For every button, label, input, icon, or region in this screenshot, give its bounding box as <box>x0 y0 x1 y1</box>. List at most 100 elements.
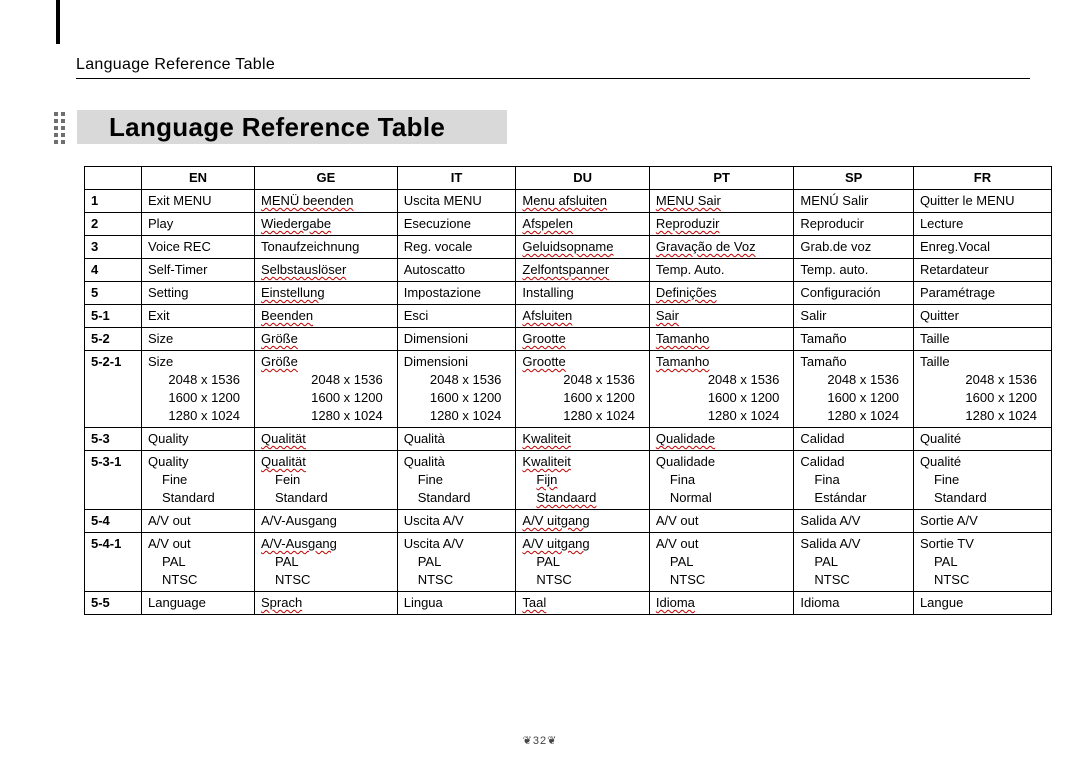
table-cell: CalidadFinaEstándar <box>794 451 914 510</box>
cell-value: Qualità <box>404 431 445 446</box>
cell-value: Exit MENU <box>148 193 212 208</box>
cell-subline: 1600 x 1200 <box>522 389 642 407</box>
table-cell: Qualidade <box>649 428 794 451</box>
cell-value: Voice REC <box>148 239 211 254</box>
table-cell: QualitätFeinStandard <box>255 451 398 510</box>
table-cell: Definições <box>649 282 794 305</box>
cell-value: Gravação de Voz <box>656 239 756 254</box>
cell-subline: Fine <box>404 471 510 489</box>
cell-subvalue: Standard <box>934 490 987 505</box>
cell-subline: NTSC <box>800 571 907 589</box>
table-cell: Einstellung <box>255 282 398 305</box>
cell-value: Afspelen <box>522 216 573 231</box>
cell-subline: Standard <box>148 489 248 507</box>
cell-value: Grootte <box>522 354 565 369</box>
cell-value: Reg. vocale <box>404 239 473 254</box>
cell-subline: 2048 x 1536 <box>656 371 788 389</box>
running-head: Language Reference Table <box>76 56 275 74</box>
cell-subline: NTSC <box>656 571 788 589</box>
table-cell: MENU Sair <box>649 190 794 213</box>
cell-subvalue: 2048 x 1536 <box>827 372 899 387</box>
cell-value: Wiedergabe <box>261 216 331 231</box>
row-index: 5-4 <box>85 510 142 533</box>
cell-value: MENU Sair <box>656 193 721 208</box>
cell-subvalue: Fein <box>275 472 300 487</box>
cell-subline: PAL <box>656 553 788 571</box>
cell-subvalue: Fine <box>418 472 443 487</box>
cell-value: Uscita A/V <box>404 536 464 551</box>
cell-value: Reproducir <box>800 216 864 231</box>
cell-value: Quality <box>148 454 188 469</box>
cell-subvalue: PAL <box>162 554 186 569</box>
table-cell: Tonaufzeichnung <box>255 236 398 259</box>
table-cell: QualitéFineStandard <box>913 451 1051 510</box>
page-number-ornament: ❦ <box>547 735 557 747</box>
cell-subvalue: PAL <box>934 554 958 569</box>
table-cell: Grootte <box>516 328 649 351</box>
page-number-value: 32 <box>533 735 547 747</box>
table-cell: Beenden <box>255 305 398 328</box>
table-cell: Configuración <box>794 282 914 305</box>
table-cell: Größe2048 x 15361600 x 12001280 x 1024 <box>255 351 398 428</box>
cell-value: Quitter le MENU <box>920 193 1015 208</box>
cell-value: Language <box>148 595 206 610</box>
cell-subline: NTSC <box>920 571 1045 589</box>
cell-value: Tonaufzeichnung <box>261 239 359 254</box>
cell-value: Grootte <box>522 331 565 346</box>
cell-value: Dimensioni <box>404 354 468 369</box>
table-cell: Quality Fine Standard <box>142 451 255 510</box>
table-cell: Sprach <box>255 592 398 615</box>
table-cell: QualidadeFinaNormal <box>649 451 794 510</box>
cell-value: Beenden <box>261 308 313 323</box>
cell-value: Temp. Auto. <box>656 262 725 277</box>
cell-value: Paramétrage <box>920 285 995 300</box>
table-row: 1Exit MENUMENÜ beendenUscita MENUMenu af… <box>85 190 1052 213</box>
col-index <box>85 167 142 190</box>
cell-subvalue: 1600 x 1200 <box>563 390 635 405</box>
cell-subvalue: 2048 x 1536 <box>168 372 240 387</box>
table-row: 5-4-1A/V outPALNTSCA/V-AusgangPALNTSCUsc… <box>85 533 1052 592</box>
table-header-row: ENGEITDUPTSPFR <box>85 167 1052 190</box>
cell-subline: Fine <box>148 471 248 489</box>
margin-bar <box>56 0 60 44</box>
cell-subvalue: PAL <box>275 554 299 569</box>
cell-value: Uscita A/V <box>404 513 464 528</box>
cell-subline: 2048 x 1536 <box>920 371 1045 389</box>
cell-value: Salir <box>800 308 826 323</box>
table-cell: Lecture <box>913 213 1051 236</box>
table-cell: Grootte2048 x 15361600 x 12001280 x 1024 <box>516 351 649 428</box>
table-cell: Autoscatto <box>397 259 516 282</box>
table-cell: Gravação de Voz <box>649 236 794 259</box>
cell-subline: NTSC <box>261 571 391 589</box>
table-cell: Taal <box>516 592 649 615</box>
cell-subvalue: Fine <box>162 472 187 487</box>
table-cell: Voice REC <box>142 236 255 259</box>
table-cell: Salir <box>794 305 914 328</box>
cell-value: Reproduzir <box>656 216 720 231</box>
cell-subline: 1280 x 1024 <box>261 407 391 425</box>
cell-subvalue: Standard <box>418 490 471 505</box>
cell-subline: Normal <box>656 489 788 507</box>
cell-subline: NTSC <box>148 571 248 589</box>
cell-value: Taal <box>522 595 546 610</box>
table-cell: Lingua <box>397 592 516 615</box>
cell-value: Salida A/V <box>800 536 860 551</box>
cell-subvalue: Fina <box>814 472 839 487</box>
table-row: 2PlayWiedergabeEsecuzioneAfspelenReprodu… <box>85 213 1052 236</box>
table-cell: Größe <box>255 328 398 351</box>
section-title: Language Reference Table <box>109 110 445 144</box>
cell-value: Menu afsluiten <box>522 193 607 208</box>
row-index: 5-4-1 <box>85 533 142 592</box>
table-cell: Calidad <box>794 428 914 451</box>
cell-subvalue: 2048 x 1536 <box>430 372 502 387</box>
table-row: 5SettingEinstellungImpostazioneInstallin… <box>85 282 1052 305</box>
table-cell: Salida A/V <box>794 510 914 533</box>
table-row: 5-5LanguageSprachLinguaTaalIdiomaIdiomaL… <box>85 592 1052 615</box>
section-title-row: Language Reference Table <box>54 108 1054 146</box>
table-cell: Qualità <box>397 428 516 451</box>
table-cell: Salida A/VPALNTSC <box>794 533 914 592</box>
cell-value: A/V out <box>656 536 699 551</box>
cell-value: Tamaño <box>800 354 846 369</box>
cell-subvalue: 2048 x 1536 <box>563 372 635 387</box>
row-index: 5-3 <box>85 428 142 451</box>
